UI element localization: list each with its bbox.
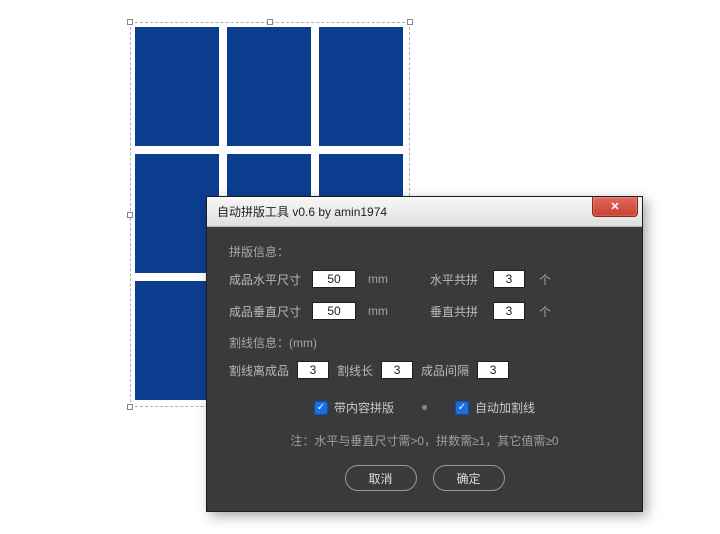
horiz-count-unit: 个 [539, 271, 551, 288]
vert-size-label: 成品垂直尺寸 [229, 303, 304, 320]
vert-size-input[interactable] [312, 302, 356, 320]
button-row: 取消 确定 [229, 465, 620, 491]
tile [319, 27, 403, 146]
piece-section-label: 拼版信息： [229, 243, 620, 260]
vert-count-unit: 个 [539, 303, 551, 320]
auto-cutline-label: 自动加割线 [475, 399, 535, 416]
cut-length-label: 割线长 [337, 362, 373, 379]
horiz-size-unit: mm [368, 272, 388, 286]
horiz-count-label: 水平共拼 [430, 271, 485, 288]
separator-dot [422, 405, 427, 410]
piece-gap-label: 成品间隔 [421, 362, 469, 379]
checkbox-row: ✓ 带内容拼版 ✓ 自动加割线 [229, 399, 620, 416]
vert-count-input[interactable] [493, 302, 525, 320]
cut-length-input[interactable] [381, 361, 413, 379]
selection-handle[interactable] [407, 19, 413, 25]
note-text: 注：水平与垂直尺寸需>0，拼数需≥1，其它值需≥0 [229, 432, 620, 449]
ok-button[interactable]: 确定 [433, 465, 505, 491]
tile [135, 27, 219, 146]
horiz-count-input[interactable] [493, 270, 525, 288]
horiz-size-label: 成品水平尺寸 [229, 271, 304, 288]
cut-gap-input[interactable] [297, 361, 329, 379]
auto-cutline-checkbox[interactable]: ✓ 自动加割线 [455, 399, 535, 416]
with-content-checkbox[interactable]: ✓ 带内容拼版 [314, 399, 394, 416]
checkbox-checked-icon: ✓ [314, 401, 328, 415]
piece-gap-input[interactable] [477, 361, 509, 379]
horiz-size-input[interactable] [312, 270, 356, 288]
cancel-button[interactable]: 取消 [345, 465, 417, 491]
selection-handle[interactable] [127, 212, 133, 218]
vert-count-label: 垂直共拼 [430, 303, 485, 320]
cut-gap-label: 割线离成品 [229, 362, 289, 379]
tile [227, 27, 311, 146]
selection-handle[interactable] [267, 19, 273, 25]
checkbox-checked-icon: ✓ [455, 401, 469, 415]
with-content-label: 带内容拼版 [334, 399, 394, 416]
vert-size-unit: mm [368, 304, 388, 318]
dialog-title: 自动拼版工具 v0.6 by amin1974 [217, 203, 387, 220]
vert-size-row: 成品垂直尺寸 mm 垂直共拼 个 [229, 302, 620, 320]
horiz-size-row: 成品水平尺寸 mm 水平共拼 个 [229, 270, 620, 288]
selection-handle[interactable] [127, 404, 133, 410]
dialog-body: 拼版信息： 成品水平尺寸 mm 水平共拼 个 成品垂直尺寸 mm 垂直共拼 个 … [207, 227, 642, 491]
cutline-section-label: 割线信息：(mm) [229, 334, 620, 351]
auto-impose-dialog: 自动拼版工具 v0.6 by amin1974 拼版信息： 成品水平尺寸 mm … [206, 196, 643, 512]
close-button[interactable] [592, 197, 638, 217]
dialog-titlebar[interactable]: 自动拼版工具 v0.6 by amin1974 [207, 197, 642, 227]
selection-handle[interactable] [127, 19, 133, 25]
cutline-row: 割线离成品 割线长 成品间隔 [229, 361, 620, 379]
